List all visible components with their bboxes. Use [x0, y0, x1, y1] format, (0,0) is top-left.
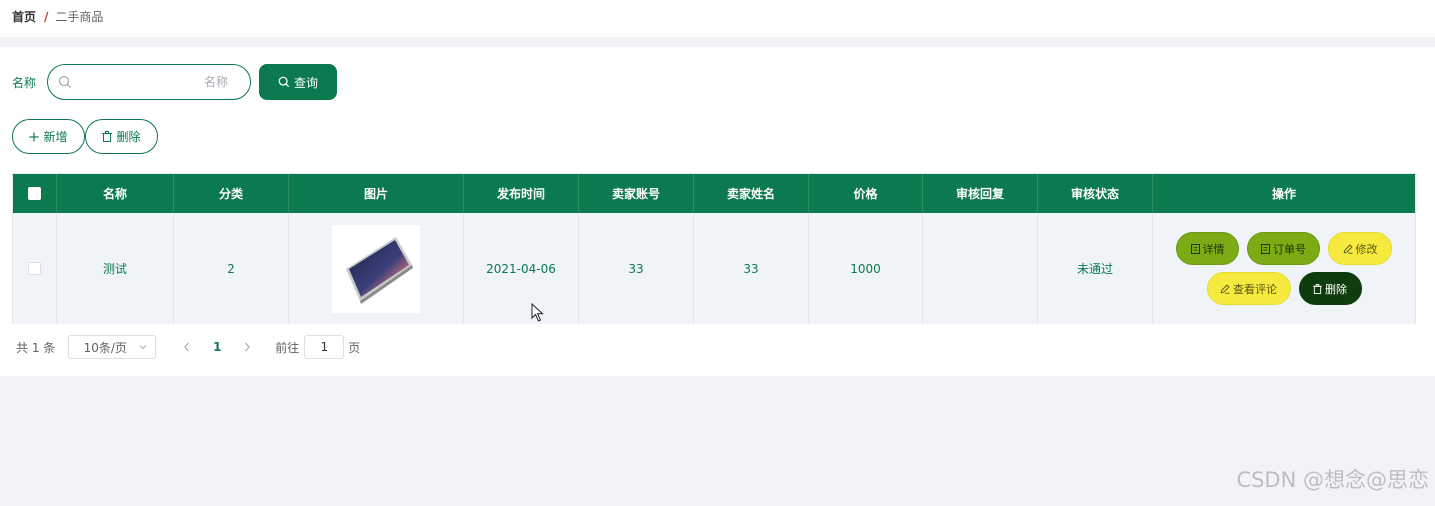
- pagination: 共 1 条 10条/页 1 前往 页: [16, 335, 360, 359]
- cell-publish-time: 2021-04-06: [464, 213, 579, 324]
- column-header-actions: 操作: [1271, 187, 1296, 201]
- column-header-category[interactable]: 分类: [174, 174, 289, 213]
- page-size-select[interactable]: 10条/页: [68, 335, 157, 359]
- search-input[interactable]: [78, 71, 228, 93]
- row-select-cell: [13, 213, 57, 324]
- column-header-review-status[interactable]: 审核状态: [1038, 174, 1153, 213]
- breadcrumb-current: 二手商品: [55, 10, 104, 24]
- column-header-image[interactable]: 图片: [289, 174, 464, 213]
- goto-label: 前往: [275, 340, 300, 355]
- view-comments-button[interactable]: 查看评论: [1206, 272, 1291, 305]
- search-icon: [58, 75, 71, 88]
- column-header-seller-account[interactable]: 卖家账号: [579, 174, 694, 213]
- cell-name: 测试: [57, 213, 174, 324]
- cell-price: 1000: [809, 213, 923, 324]
- order-number-button-label: 订单号: [1273, 242, 1306, 256]
- document-icon: [1190, 243, 1200, 254]
- table-header: 名称 分类 图片 发布时间 卖家账号 卖家姓名 价格 审核回复 审核状态 操作: [13, 174, 1415, 213]
- breadcrumb-home[interactable]: 首页: [12, 8, 36, 25]
- column-header-name[interactable]: 名称: [57, 174, 174, 213]
- breadcrumb-bar: 首页 / 二手商品: [0, 0, 1435, 37]
- chevron-left-icon: [184, 342, 190, 352]
- chevron-down-icon: [139, 345, 147, 350]
- goto-page-suffix: 页: [348, 340, 361, 355]
- column-header-price[interactable]: 价格: [809, 174, 923, 213]
- order-number-button[interactable]: 订单号: [1247, 232, 1320, 265]
- watermark: CSDN @想念@思恋: [1236, 468, 1429, 492]
- prev-page-button[interactable]: [175, 335, 199, 359]
- breadcrumb-separator: /: [44, 9, 49, 24]
- column-header-review-reply[interactable]: 审核回复: [923, 174, 1038, 213]
- trash-icon: [1313, 283, 1322, 294]
- delete-button-label: 删除: [1325, 282, 1347, 296]
- search-icon: [278, 76, 290, 88]
- cell-seller-name: 33: [694, 213, 809, 324]
- batch-delete-button[interactable]: 删除: [85, 119, 158, 154]
- trash-icon: [102, 131, 113, 142]
- tablet-product-photo: [346, 236, 413, 304]
- select-all-checkbox[interactable]: [28, 187, 41, 200]
- cell-image: [289, 213, 464, 324]
- column-header-publish-time[interactable]: 发布时间: [464, 174, 579, 213]
- search-field[interactable]: [47, 64, 251, 100]
- column-header-seller-name[interactable]: 卖家姓名: [694, 174, 809, 213]
- batch-delete-button-label: 删除: [116, 130, 141, 144]
- goto-page-input[interactable]: [304, 335, 345, 359]
- document-icon: [1261, 243, 1270, 254]
- detail-button-label: 详情: [1202, 242, 1225, 256]
- edit-button[interactable]: 修改: [1328, 232, 1392, 265]
- chevron-right-icon: [245, 342, 251, 352]
- page-number-current[interactable]: 1: [202, 340, 232, 354]
- edit-button-label: 修改: [1355, 242, 1378, 256]
- cell-category: 2: [174, 213, 289, 324]
- query-button-label: 查询: [293, 75, 318, 90]
- main-panel: 名称 查询 新增 删除 名称: [0, 47, 1435, 376]
- add-button-label: 新增: [43, 130, 68, 144]
- cell-actions: 详情 订单号 修改 查看评论 删除: [1153, 213, 1415, 324]
- cell-seller-account: 33: [579, 213, 694, 324]
- cell-review-status: 未通过: [1038, 213, 1153, 324]
- view-comments-button-label: 查看评论: [1233, 282, 1277, 296]
- cell-review-reply: [923, 213, 1038, 324]
- detail-button[interactable]: 详情: [1176, 232, 1239, 265]
- next-page-button[interactable]: [235, 335, 259, 359]
- page-size-value: 10条/页: [83, 340, 127, 355]
- edit-icon: [1343, 243, 1353, 254]
- add-button[interactable]: 新增: [12, 119, 85, 154]
- product-image[interactable]: [332, 224, 420, 313]
- query-button[interactable]: 查询: [259, 64, 337, 100]
- table-row: 测试 2 2021-04-06 33 33 1000 未通过 详情 订单号 修改…: [13, 213, 1415, 324]
- actions-row-2: 查看评论 删除: [1206, 272, 1362, 305]
- plus-icon: [29, 132, 39, 141]
- delete-button[interactable]: 删除: [1298, 272, 1362, 305]
- pagination-total: 共 1 条: [16, 340, 56, 355]
- edit-icon: [1220, 283, 1230, 294]
- breadcrumb: 首页 / 二手商品: [12, 8, 103, 25]
- row-checkbox[interactable]: [28, 262, 41, 275]
- actions-row-1: 详情 订单号 修改: [1176, 232, 1392, 265]
- mouse-cursor-icon: [531, 303, 544, 322]
- search-label: 名称: [12, 76, 37, 90]
- select-all-cell: [13, 174, 57, 213]
- goods-table: 名称 分类 图片 发布时间 卖家账号 卖家姓名 价格 审核回复 审核状态 操作 …: [12, 173, 1416, 324]
